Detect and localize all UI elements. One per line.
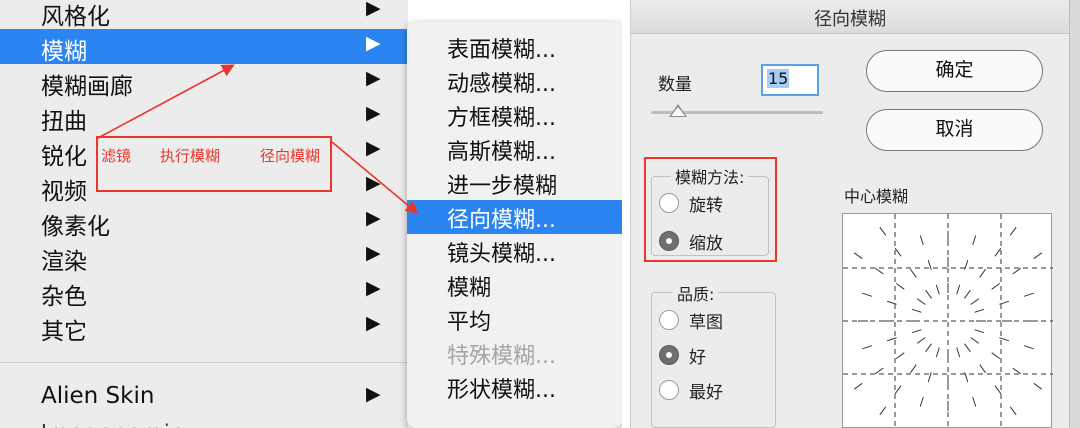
radio-good-label: 好 <box>689 348 706 368</box>
blur-center-label: 中心模糊 <box>844 187 909 206</box>
radio-draft-label: 草图 <box>689 313 723 333</box>
ok-button[interactable]: 确定 <box>866 50 1043 92</box>
blur-center-pattern <box>843 214 1053 428</box>
amount-label: 数量 <box>658 75 692 95</box>
radio-good[interactable] <box>659 345 679 365</box>
quality-title: 品质: <box>673 281 719 305</box>
radio-zoom[interactable] <box>659 231 679 251</box>
window-edge <box>1069 0 1080 428</box>
radio-spin-label: 旋转 <box>689 196 723 216</box>
annotation-arrow-to-radial <box>331 141 419 215</box>
cancel-button[interactable]: 取消 <box>866 109 1043 151</box>
radio-best-label: 最好 <box>689 383 723 403</box>
annotation-arrow-to-blur <box>97 64 235 139</box>
radio-draft[interactable] <box>659 310 679 330</box>
dialog-title: 径向模糊 <box>631 0 1069 34</box>
blur-center-preview[interactable] <box>842 213 1053 428</box>
panel-gap <box>622 0 630 428</box>
amount-input[interactable]: 15 <box>761 64 819 96</box>
radial-blur-dialog: 径向模糊 数量 15 确定 取消 模糊方法: 旋转 缩放 品质: 草图 好 最好… <box>630 0 1080 428</box>
amount-slider-handle-face <box>671 107 685 116</box>
radio-zoom-label: 缩放 <box>689 234 723 254</box>
blur-method-title: 模糊方法: <box>671 164 749 188</box>
radio-spin[interactable] <box>659 193 679 213</box>
radio-best[interactable] <box>659 380 679 400</box>
